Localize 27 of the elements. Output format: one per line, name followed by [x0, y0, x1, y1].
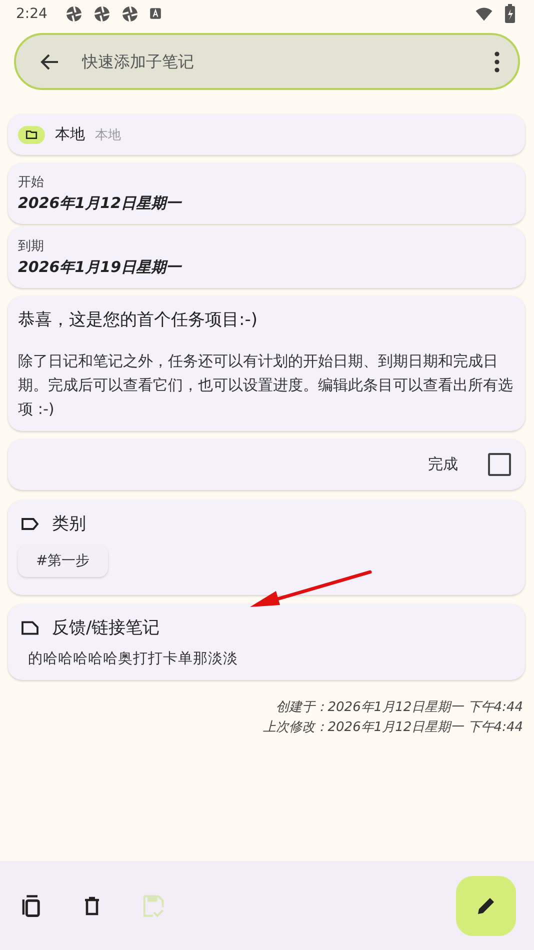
account-name: 本地 [95, 126, 121, 144]
keyboard-badge-icon [149, 7, 162, 20]
timestamp-text: 上次修改：2026年1月12日星期一 下午4:44 [262, 719, 523, 736]
more-vertical-icon [494, 50, 500, 72]
wifi-icon [474, 4, 494, 22]
category-tag[interactable]: #第一步 [18, 545, 108, 577]
date-label: 到期 [18, 238, 45, 255]
task-description: 除了日记和笔记之外，任务还可以有计划的开始日期、到期日期和完成日期。完成后可以查看它们，也可以设置进度。编辑此条目可以查看出所有选项 :-) [18, 351, 514, 420]
timestamp-text: 创建于：2026年1月12日星期一 下午4:44 [276, 699, 523, 716]
complete-label: 完成 [428, 455, 458, 474]
linked-note[interactable]: 的哈哈哈哈哈奥打打卡单那淡淡 [18, 645, 515, 672]
aperture-icon [93, 4, 112, 22]
aperture-icon [121, 4, 140, 22]
collection-name: 本地 [55, 125, 85, 144]
date-label: 开始 [18, 174, 45, 191]
date-value: 2026年1月12日星期一 [18, 194, 183, 213]
complete-checkbox[interactable] [488, 453, 511, 476]
status-time: 2:24 [16, 6, 48, 22]
task-title: 恭喜，这是您的首个任务项目:-) [18, 309, 258, 331]
categories-title: 类别 [52, 513, 86, 535]
edit-button[interactable] [456, 876, 516, 936]
more-menu-button[interactable] [494, 50, 500, 72]
date-value: 2026年1月19日星期一 [18, 258, 183, 277]
battery-charging-icon [504, 4, 516, 24]
aperture-icon [65, 4, 84, 22]
feedback-title: 反馈/链接笔记 [52, 617, 160, 639]
folder-icon [25, 128, 38, 141]
